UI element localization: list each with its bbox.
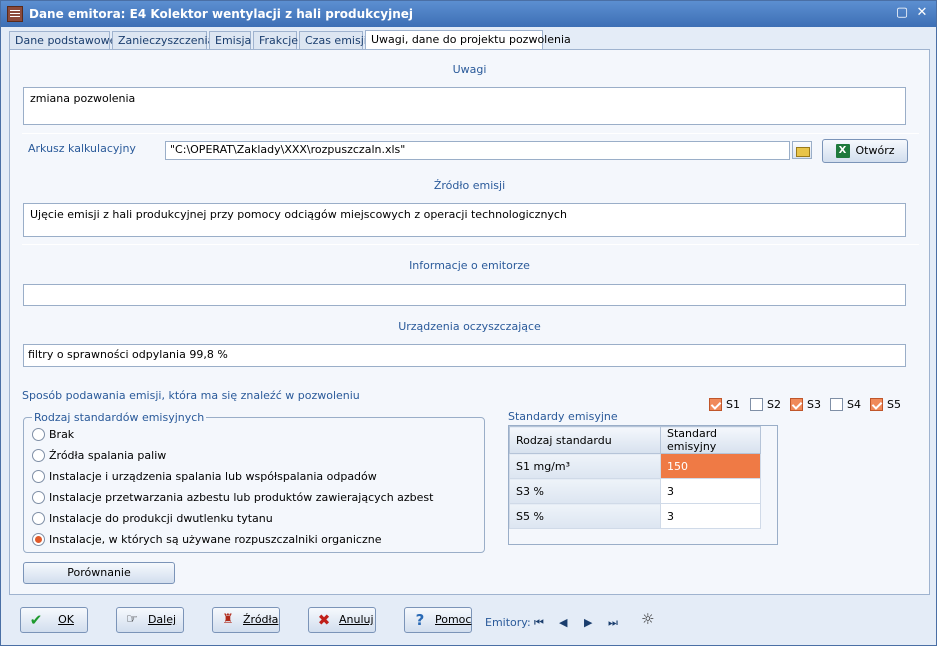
uwagi-label: Uwagi	[452, 63, 487, 76]
cross-icon: ✖	[317, 611, 331, 629]
zrodlo-label: Źródło emisji	[433, 179, 506, 192]
table-row[interactable]: S3 % 3	[509, 478, 761, 504]
radio-label: Brak	[49, 428, 75, 441]
maximize-icon[interactable]: ▢	[894, 5, 910, 21]
tab-frakcje[interactable]: Frakcje	[253, 31, 298, 49]
checkbox-label: S3	[807, 398, 821, 411]
anuluj-label: Anuluj	[339, 613, 374, 626]
cell-value[interactable]: 150	[660, 453, 761, 479]
checkbox-label: S1	[726, 398, 740, 411]
standardy-grid: Rodzaj standardu Standard emisyjny S1 mg…	[508, 425, 778, 545]
table-row[interactable]: S1 mg/m³ 150	[509, 453, 761, 479]
factory-icon: ♜	[222, 612, 234, 627]
radio-button[interactable]	[32, 428, 45, 441]
checkbox-label: S2	[767, 398, 781, 411]
column-header[interactable]: Rodzaj standardu	[509, 426, 661, 454]
tab-dane-podstawowe[interactable]: Dane podstawowe	[9, 31, 116, 49]
next-record-icon[interactable]: ▶	[584, 617, 592, 629]
porownanie-button[interactable]: Porównanie	[23, 562, 175, 584]
row-name: S3 %	[509, 478, 661, 504]
row-name: S5 %	[509, 503, 661, 529]
checkbox-box[interactable]	[830, 398, 843, 411]
separator	[22, 244, 919, 245]
radio-label: Instalacje przetwarzania azbestu lub pro…	[49, 491, 434, 504]
anuluj-button[interactable]: ✖ Anuluj	[308, 607, 376, 633]
separator	[22, 133, 919, 134]
row-name: S1 mg/m³	[509, 453, 661, 479]
arkusz-path-input[interactable]: "C:\OPERAT\Zaklady\XXX\rozpuszczaln.xls"	[165, 141, 790, 160]
informacje-input[interactable]	[23, 284, 906, 306]
checkbox-label: S5	[887, 398, 901, 411]
radio-label: Źródła spalania paliw	[49, 449, 167, 462]
pointing-hand-icon: ☞	[126, 612, 138, 627]
otworz-button[interactable]: X Otwórz	[822, 139, 908, 163]
checkbox-box[interactable]	[870, 398, 883, 411]
uwagi-textarea[interactable]: zmiana pozwolenia	[23, 87, 906, 125]
close-icon[interactable]: ✕	[914, 5, 930, 21]
pomoc-button[interactable]: ? Pomoc	[404, 607, 472, 633]
column-header[interactable]: Standard emisyjny	[660, 426, 761, 454]
table-row[interactable]: S5 % 3	[509, 503, 761, 529]
checkbox-box[interactable]	[709, 398, 722, 411]
standardy-label: Standardy emisyjne	[508, 410, 618, 423]
radio-label: Instalacje i urządzenia spalania lub wsp…	[49, 470, 377, 483]
first-record-icon[interactable]: ⏮	[534, 617, 544, 629]
browse-folder-icon[interactable]	[792, 141, 812, 159]
sposob-label: Sposób podawania emisji, która ma się zn…	[22, 389, 360, 402]
urzadzenia-input[interactable]: filtry o sprawności odpylania 99,8 %	[23, 344, 906, 367]
app-icon	[7, 6, 23, 22]
new-record-icon[interactable]: ☼	[641, 612, 654, 627]
dalej-label: Dalej	[147, 613, 177, 626]
radio-button[interactable]	[32, 491, 45, 504]
tab-zanieczyszczenia[interactable]: Zanieczyszczenia	[112, 31, 214, 49]
window-title: Dane emitora: E4 Kolektor wentylacji z h…	[29, 7, 413, 21]
tab-panel: Uwagi zmiana pozwolenia Arkusz kalkulacy…	[9, 49, 930, 595]
zrodla-label: Źródła	[243, 613, 279, 626]
bottom-toolbar: ✔ OK ☞ Dalej ♜ Źródła ✖ Anuluj ? Pomoc E…	[1, 599, 936, 645]
checkbox-box[interactable]	[790, 398, 803, 411]
rodzaj-groupbox: Rodzaj standardów emisyjnych Brak Źródła…	[23, 411, 485, 553]
previous-record-icon[interactable]: ◀	[559, 617, 567, 629]
excel-icon: X	[835, 144, 850, 158]
tab-czas-emisji[interactable]: Czas emisji	[299, 31, 367, 49]
tab-uwagi[interactable]: Uwagi, dane do projektu pozwolenia	[365, 30, 571, 50]
title-bar[interactable]: Dane emitora: E4 Kolektor wentylacji z h…	[1, 1, 936, 27]
last-record-icon[interactable]: ⏭	[608, 617, 618, 629]
pomoc-label: Pomoc	[435, 613, 472, 626]
radio-button[interactable]	[32, 470, 45, 483]
radio-label: Instalacje, w których są używane rozpusz…	[49, 533, 382, 546]
urzadzenia-label: Urządzenia oczyszczające	[398, 320, 541, 333]
tab-emisja[interactable]: Emisja	[209, 31, 251, 49]
emitory-label: Emitory:	[485, 616, 531, 629]
informacje-label: Informacje o emitorze	[409, 259, 530, 272]
radio-button[interactable]	[32, 512, 45, 525]
arkusz-label: Arkusz kalkulacyjny	[28, 142, 136, 155]
zrodlo-textarea[interactable]: Ujęcie emisji z hali produkcyjnej przy p…	[23, 203, 906, 237]
ok-label: OK	[58, 613, 74, 626]
zrodla-button[interactable]: ♜ Źródła	[212, 607, 280, 633]
checkmark-icon: ✔	[29, 611, 43, 629]
question-icon: ?	[415, 611, 425, 629]
radio-button[interactable]	[32, 449, 45, 462]
otworz-label: Otwórz	[855, 144, 895, 157]
standardy-table: Rodzaj standardu Standard emisyjny S1 mg…	[509, 426, 761, 529]
cell-value[interactable]: 3	[660, 503, 761, 529]
ok-button[interactable]: ✔ OK	[20, 607, 88, 633]
dalej-button[interactable]: ☞ Dalej	[116, 607, 184, 633]
cell-value[interactable]: 3	[660, 478, 761, 504]
radio-button[interactable]	[32, 533, 45, 546]
rodzaj-legend: Rodzaj standardów emisyjnych	[32, 411, 207, 424]
checkbox-label: S4	[847, 398, 861, 411]
radio-label: Instalacje do produkcji dwutlenku tytanu	[49, 512, 273, 525]
dialog-window: Dane emitora: E4 Kolektor wentylacji z h…	[0, 0, 937, 646]
checkbox-box[interactable]	[750, 398, 763, 411]
